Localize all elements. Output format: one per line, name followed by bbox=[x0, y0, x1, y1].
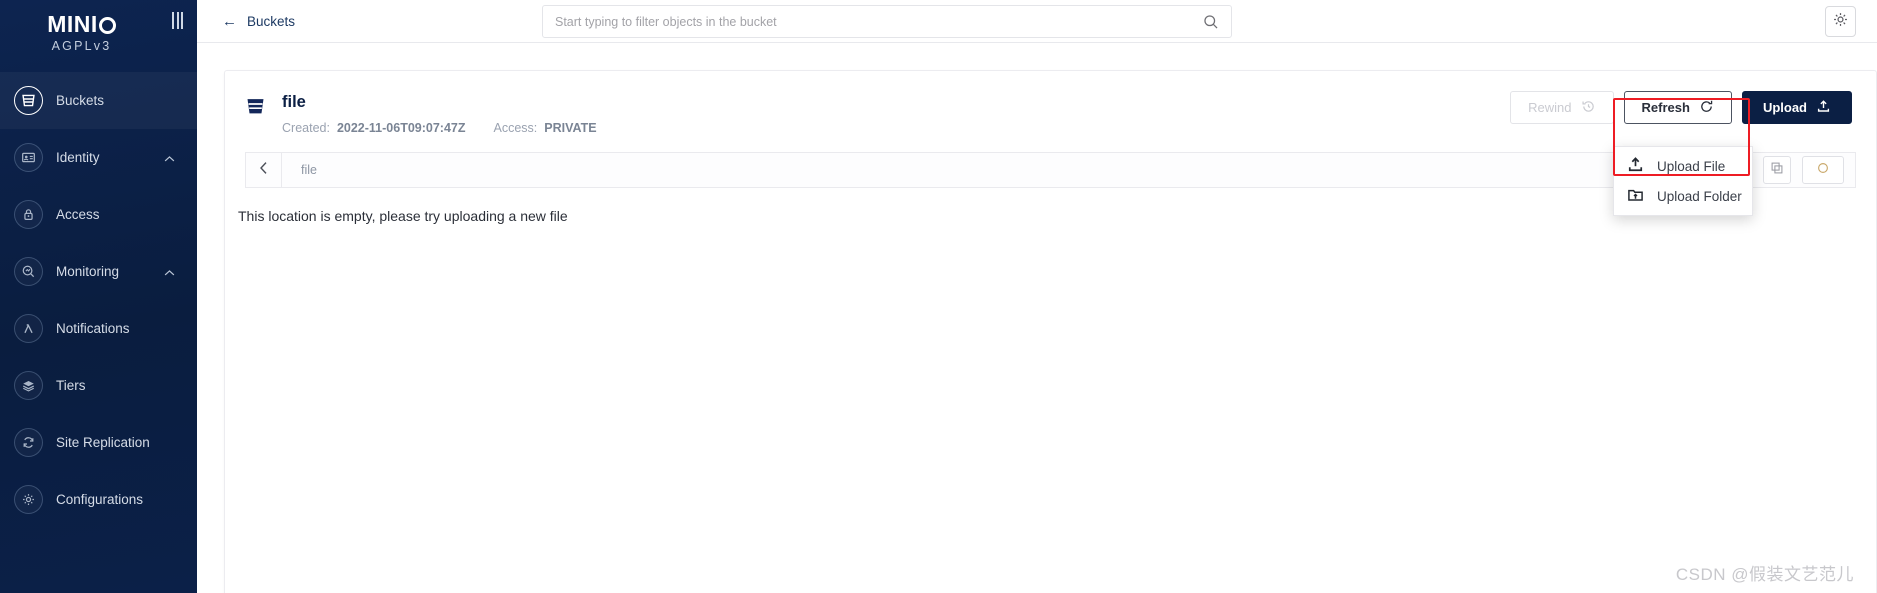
rewind-clock-icon bbox=[1581, 99, 1596, 117]
minio-logo-text: MINI bbox=[47, 11, 98, 37]
menu-item-upload-folder[interactable]: Upload Folder bbox=[1614, 181, 1752, 211]
created-label: Created: bbox=[282, 121, 330, 136]
search-icon[interactable] bbox=[1203, 14, 1231, 30]
lock-icon bbox=[14, 200, 43, 229]
sidebar-item-identity[interactable]: Identity bbox=[0, 129, 197, 186]
sidebar-item-buckets[interactable]: Buckets bbox=[0, 72, 197, 129]
sidebar-item-label: Access bbox=[56, 207, 100, 222]
rewind-button-label: Rewind bbox=[1528, 100, 1572, 115]
sidebar-item-label: Monitoring bbox=[56, 264, 120, 279]
access-value: PRIVATE bbox=[544, 121, 597, 136]
settings-button[interactable] bbox=[1825, 6, 1856, 37]
gear-icon bbox=[1832, 11, 1849, 33]
watermark: CSDN @假装文艺范儿 bbox=[1675, 565, 1854, 584]
upload-button[interactable]: Upload bbox=[1741, 91, 1852, 124]
menu-item-label: Upload File bbox=[1657, 158, 1726, 174]
top-bar: ← Buckets bbox=[197, 0, 1877, 43]
sidebar-item-access[interactable]: Access bbox=[0, 186, 197, 243]
sidebar-item-label: Tiers bbox=[56, 378, 86, 393]
identity-card-icon bbox=[14, 143, 43, 172]
brand-header: MINI AGPLv3 bbox=[0, 0, 197, 66]
chevron-up-icon[interactable] bbox=[164, 150, 175, 165]
upload-button-label: Upload bbox=[1762, 100, 1807, 115]
minio-console-window: MINI AGPLv3 Buckets Identity Access Moni… bbox=[0, 0, 1877, 593]
content-area: file Created: 2022-11-06T09:07:47Z Acces… bbox=[197, 43, 1877, 593]
sidebar-item-label: Site Replication bbox=[56, 435, 150, 450]
menu-item-label: Upload Folder bbox=[1657, 188, 1742, 204]
gear-icon bbox=[14, 485, 43, 514]
upload-icon bbox=[1816, 99, 1831, 117]
minio-logo: MINI bbox=[47, 13, 116, 36]
more-icon bbox=[1816, 161, 1830, 180]
access-label: Access: bbox=[493, 121, 538, 136]
upload-dropdown-menu: Upload File Upload Folder bbox=[1613, 146, 1753, 216]
upload-folder-icon bbox=[1627, 186, 1644, 206]
chevron-left-icon bbox=[258, 161, 270, 180]
bucket-icon bbox=[245, 96, 266, 122]
refresh-button-label: Refresh bbox=[1641, 100, 1690, 115]
lambda-icon bbox=[14, 314, 43, 343]
bucket-header: file Created: 2022-11-06T09:07:47Z Acces… bbox=[225, 71, 1876, 135]
hamburger-icon[interactable] bbox=[172, 12, 183, 29]
object-filter-search[interactable] bbox=[542, 5, 1232, 38]
copy-path-button[interactable] bbox=[1763, 156, 1791, 185]
sidebar-item-site-replication[interactable]: Site Replication bbox=[0, 414, 197, 471]
bucket-actions: Rewind Refresh Upload bbox=[1510, 91, 1852, 124]
created-value: 2022-11-06T09:07:47Z bbox=[336, 121, 466, 136]
sidebar-item-label: Configurations bbox=[56, 492, 144, 507]
bucket-name: file bbox=[282, 93, 306, 111]
menu-item-upload-file[interactable]: Upload File bbox=[1614, 151, 1752, 181]
back-to-buckets-link[interactable]: ← Buckets bbox=[222, 14, 295, 29]
chevron-up-icon[interactable] bbox=[164, 264, 175, 279]
refresh-button[interactable]: Refresh bbox=[1623, 91, 1732, 124]
rewind-button[interactable]: Rewind bbox=[1510, 91, 1614, 124]
sidebar-nav: Buckets Identity Access Monitoring Notif… bbox=[0, 72, 197, 528]
sidebar: MINI AGPLv3 Buckets Identity Access Moni… bbox=[0, 0, 197, 593]
sidebar-item-label: Identity bbox=[56, 150, 100, 165]
bucket-metadata: Created: 2022-11-06T09:07:47Z Access: PR… bbox=[282, 121, 597, 135]
back-link-label: Buckets bbox=[247, 13, 296, 29]
license-label: AGPLv3 bbox=[51, 39, 112, 53]
magnifier-chart-icon bbox=[14, 257, 43, 286]
search-input[interactable] bbox=[543, 14, 1203, 29]
sidebar-item-label: Buckets bbox=[56, 93, 105, 108]
sidebar-item-label: Notifications bbox=[56, 321, 130, 336]
path-bar-tools bbox=[1763, 156, 1855, 185]
upload-file-icon bbox=[1627, 156, 1644, 176]
arrow-left-icon: ← bbox=[222, 12, 237, 30]
sidebar-item-configurations[interactable]: Configurations bbox=[0, 471, 197, 528]
logo-o-ring bbox=[98, 16, 116, 34]
breadcrumb-file[interactable]: file bbox=[282, 163, 317, 177]
sidebar-item-monitoring[interactable]: Monitoring bbox=[0, 243, 197, 300]
path-extra-button[interactable] bbox=[1802, 156, 1844, 185]
main-area: ← Buckets Start typing to filter objects… bbox=[197, 0, 1877, 593]
copy-icon bbox=[1770, 161, 1784, 180]
path-back-button[interactable] bbox=[246, 153, 282, 188]
layers-icon bbox=[14, 371, 43, 400]
sync-icon bbox=[14, 428, 43, 457]
bucket-icon bbox=[14, 86, 43, 115]
sidebar-item-notifications[interactable]: Notifications bbox=[0, 300, 197, 357]
refresh-icon bbox=[1699, 99, 1714, 117]
sidebar-item-tiers[interactable]: Tiers bbox=[0, 357, 197, 414]
